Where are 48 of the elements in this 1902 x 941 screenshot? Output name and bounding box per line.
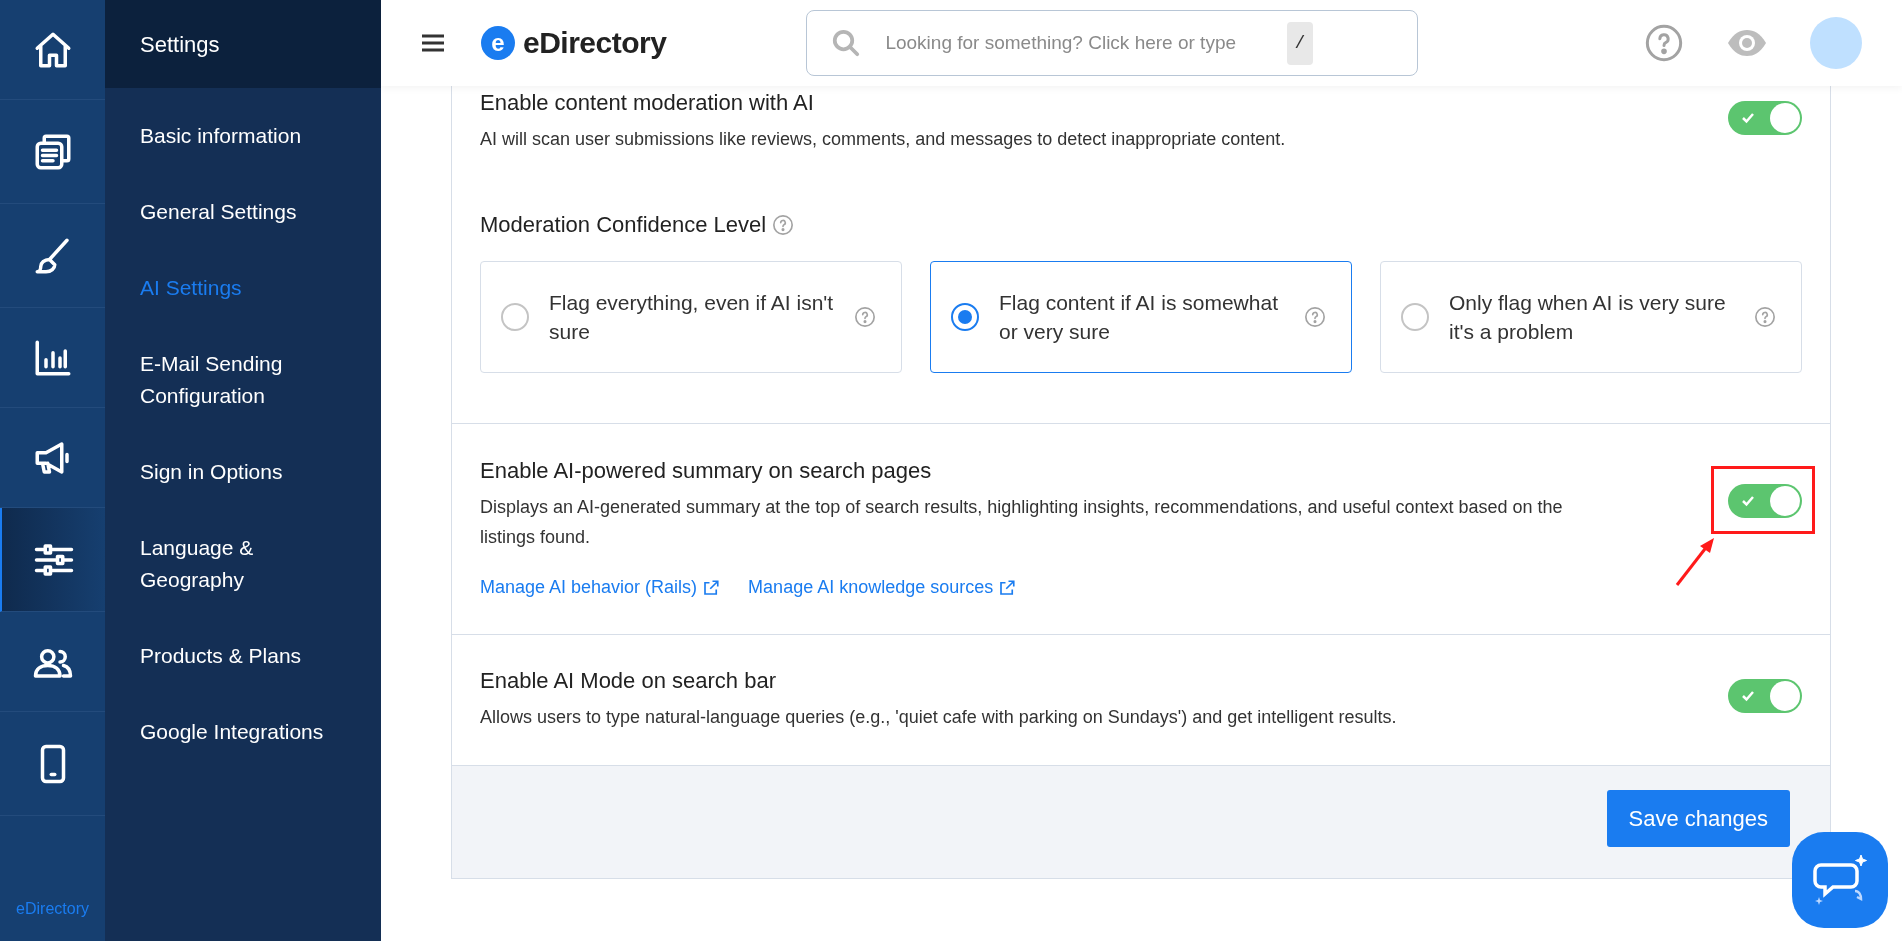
search-box[interactable]: Looking for something? Click here or type / <box>806 10 1419 76</box>
submenu-item[interactable]: Basic information <box>105 98 381 174</box>
radio-option-card[interactable]: Only flag when AI is very sure it's a problem <box>1380 261 1802 373</box>
submenu-item[interactable]: Sign in Options <box>105 434 381 510</box>
section-description: Displays an AI-generated summary at the top of search results, highlighting insights, recommendations, and useful context based on the listings found. <box>480 496 1564 549</box>
help-icon[interactable] <box>772 213 795 236</box>
nav-rail-item[interactable] <box>0 508 105 612</box>
chat-button[interactable] <box>1792 832 1888 928</box>
section-title: Enable AI Mode on search bar <box>480 667 777 695</box>
field-label: Moderation Confidence Level <box>480 211 767 239</box>
check-icon <box>1741 111 1755 124</box>
help-icon[interactable] <box>1304 306 1326 328</box>
check-icon <box>1741 689 1755 702</box>
logo-mark: e <box>481 26 515 60</box>
search-icon <box>831 28 862 58</box>
toggle-switch[interactable] <box>1728 483 1802 518</box>
submenu-item[interactable]: Google Integrations <box>105 694 381 770</box>
section-title: Enable AI-powered summary on search pages <box>480 457 933 485</box>
menu-icon[interactable] <box>421 33 445 53</box>
logo-text: eDirectory <box>523 28 667 58</box>
submenu-item[interactable]: E-Mail Sending Configuration <box>105 326 381 434</box>
submenu-item[interactable]: Language & Geography <box>105 510 381 618</box>
shortcut-key: / <box>1286 21 1314 65</box>
radio-option-card[interactable]: Flag everything, even if AI isn't sure <box>480 261 902 373</box>
submenu-title: Settings <box>140 30 220 59</box>
help-icon[interactable] <box>1754 306 1776 328</box>
external-link-icon <box>998 578 1017 597</box>
section-description: Allows users to type natural-language queries (e.g., 'quiet cafe with parking on Sundays') and get intelligent results. <box>480 706 1397 729</box>
external-link-icon <box>702 578 721 597</box>
save-button[interactable]: Save changes <box>1606 790 1790 847</box>
toggle-switch[interactable] <box>1728 100 1802 135</box>
radio-option-card[interactable]: Flag content if AI is somewhat or very sure <box>930 261 1352 373</box>
submenu-item[interactable]: General Settings <box>105 174 381 250</box>
section-title: Enable content moderation with AI <box>480 89 815 117</box>
check-icon <box>1741 494 1755 507</box>
external-link[interactable]: Manage AI behavior (Rails) <box>480 574 721 601</box>
toggle-switch[interactable] <box>1728 678 1802 713</box>
submenu-item[interactable]: Products & Plans <box>105 618 381 694</box>
radio-button <box>501 303 529 331</box>
help-icon[interactable] <box>1644 23 1684 63</box>
radio-button <box>1401 303 1429 331</box>
radio-button <box>951 303 979 331</box>
external-link[interactable]: Manage AI knowledge sources <box>748 574 1017 601</box>
search-field[interactable]: Looking for something? Click here or type <box>885 28 1263 58</box>
brand-label: eDirectory <box>16 899 89 919</box>
help-icon[interactable] <box>854 306 876 328</box>
pointer-arrow <box>1674 535 1716 588</box>
section-description: AI will scan user submissions like reviews, comments, and messages to detect inappropriate content. <box>480 128 1286 151</box>
